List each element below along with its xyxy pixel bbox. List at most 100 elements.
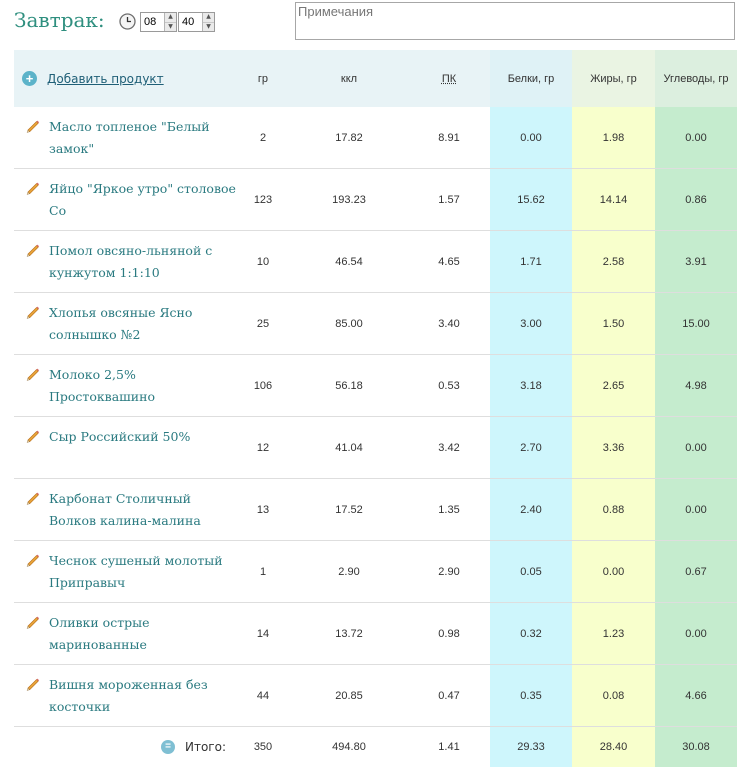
cell-gr: 2 (259, 131, 267, 144)
minutes-down-button[interactable]: ▼ (203, 22, 214, 31)
cell-pk: 8.91 (438, 131, 460, 144)
product-name-cell[interactable]: Карбонат Столичный Волков калина-малина (14, 479, 236, 540)
product-name-link[interactable]: Помол овсяно-льняной с кунжутом 1:1:10 (49, 240, 236, 284)
cell-fat: 1.98 (572, 107, 655, 168)
cell-protein: 0.35 (490, 665, 572, 726)
product-name-link[interactable]: Молоко 2,5% Простоквашино (49, 364, 236, 408)
table-row: Помол овсяно-льняной с кунжутом 1:1:10 10… (14, 231, 737, 293)
product-name-cell[interactable]: Яйцо "Яркое утро" столовое Со (14, 169, 236, 230)
cell-kkl: 20.85 (335, 689, 363, 702)
cell-fat: 1.50 (572, 293, 655, 354)
pencil-icon[interactable] (25, 428, 40, 443)
pencil-icon[interactable] (25, 552, 40, 567)
cell-pk: 1.57 (438, 193, 460, 206)
cell-pk: 0.47 (438, 689, 460, 702)
product-name-link[interactable]: Чеснок сушеный молотый Приправыч (49, 550, 236, 594)
table-row: Хлопья овсяные Ясно солнышко №2 25 85.00 3.… (14, 293, 737, 355)
add-product-cell[interactable]: + Добавить продукт (14, 50, 236, 107)
cell-fat: 0.08 (572, 665, 655, 726)
product-name-link[interactable]: Хлопья овсяные Ясно солнышко №2 (49, 302, 236, 346)
product-name-link[interactable]: Оливки острые маринованные (49, 612, 236, 656)
cell-pk: 0.53 (438, 379, 460, 392)
cell-gr: 14 (256, 627, 270, 640)
cell-fat: 0.00 (572, 541, 655, 602)
plus-circle-icon[interactable]: + (22, 71, 37, 86)
product-name-cell[interactable]: Хлопья овсяные Ясно солнышко №2 (14, 293, 236, 354)
cell-protein: 15.62 (490, 169, 572, 230)
cell-gr: 44 (256, 689, 270, 702)
product-name-cell[interactable]: Чеснок сушеный молотый Приправыч (14, 541, 236, 602)
table-row: Масло топленое "Белый замок" 2 17.82 8.91 0.… (14, 107, 737, 169)
clock-icon (119, 13, 136, 30)
cell-kkl: 56.18 (335, 379, 363, 392)
table-header: + Добавить продукт гр ккл ПК Белки, гр Ж… (14, 50, 737, 107)
cell-kkl: 17.52 (335, 503, 363, 516)
add-product-link[interactable]: Добавить продукт (47, 72, 164, 86)
pencil-icon[interactable] (25, 490, 40, 505)
products-table: + Добавить продукт гр ккл ПК Белки, гр Ж… (14, 50, 737, 767)
cell-kkl: 46.54 (335, 255, 363, 268)
cell-carbs: 4.98 (655, 355, 737, 416)
cell-gr: 10 (256, 255, 270, 268)
cell-fat: 3.36 (572, 417, 655, 478)
product-name-cell[interactable]: Молоко 2,5% Простоквашино (14, 355, 236, 416)
cell-protein: 3.00 (490, 293, 572, 354)
hours-up-button[interactable]: ▲ (165, 13, 176, 23)
pencil-icon[interactable] (25, 366, 40, 381)
cell-carbs: 0.00 (655, 603, 737, 664)
product-name-link[interactable]: Сыр Российский 50% (49, 426, 190, 448)
pencil-icon[interactable] (25, 118, 40, 133)
total-label: Итого: (185, 740, 226, 754)
table-row: Сыр Российский 50% 12 41.04 3.42 2.70 3.36 0.0… (14, 417, 737, 479)
table-row: Вишня мороженная без косточки 44 20.85 0.47… (14, 665, 737, 727)
product-name-link[interactable]: Яйцо "Яркое утро" столовое Со (49, 178, 236, 222)
pencil-icon[interactable] (25, 676, 40, 691)
notes-field[interactable]: Примечания (295, 2, 735, 40)
cell-fat: 0.88 (572, 479, 655, 540)
product-name-link[interactable]: Масло топленое "Белый замок" (49, 116, 236, 160)
hours-down-button[interactable]: ▼ (165, 22, 176, 31)
table-row: Чеснок сушеный молотый Приправыч 1 2.90 2.9… (14, 541, 737, 603)
cell-protein: 2.40 (490, 479, 572, 540)
product-name-cell[interactable]: Оливки острые маринованные (14, 603, 236, 664)
table-row: Оливки острые маринованные 14 13.72 0.98 0.3… (14, 603, 737, 665)
hours-stepper[interactable]: 08 ▲ ▼ (140, 12, 177, 32)
minutes-stepper[interactable]: 40 ▲ ▼ (178, 12, 215, 32)
cell-protein: 2.70 (490, 417, 572, 478)
pencil-icon[interactable] (25, 180, 40, 195)
cell-protein: 0.32 (490, 603, 572, 664)
hours-value[interactable]: 08 (141, 16, 164, 28)
product-name-link[interactable]: Карбонат Столичный Волков калина-малина (49, 488, 236, 532)
column-header-pk: ПК (408, 50, 490, 107)
total-protein: 29.33 (490, 727, 572, 767)
minutes-up-button[interactable]: ▲ (203, 13, 214, 23)
product-name-cell[interactable]: Помол овсяно-льняной с кунжутом 1:1:10 (14, 231, 236, 292)
cell-carbs: 15.00 (655, 293, 737, 354)
cell-pk: 2.90 (438, 565, 460, 578)
cell-pk: 4.65 (438, 255, 460, 268)
pencil-icon[interactable] (25, 304, 40, 319)
minutes-value[interactable]: 40 (179, 16, 202, 28)
cell-carbs: 3.91 (655, 231, 737, 292)
cell-gr: 25 (256, 317, 270, 330)
pencil-icon[interactable] (25, 242, 40, 257)
cell-fat: 2.58 (572, 231, 655, 292)
table-row: Яйцо "Яркое утро" столовое Со 123 193.23 1.… (14, 169, 737, 231)
cell-carbs: 0.86 (655, 169, 737, 230)
pencil-icon[interactable] (25, 614, 40, 629)
cell-carbs: 4.66 (655, 665, 737, 726)
total-fat: 28.40 (572, 727, 655, 767)
cell-pk: 1.35 (438, 503, 460, 516)
cell-pk: 3.40 (438, 317, 460, 330)
product-name-cell[interactable]: Вишня мороженная без косточки (14, 665, 236, 726)
cell-pk: 0.98 (438, 627, 460, 640)
column-header-fat: Жиры, гр (572, 50, 655, 107)
column-header-kkl: ккл (290, 50, 408, 107)
column-header-gr: гр (236, 50, 290, 107)
column-header-protein: Белки, гр (490, 50, 572, 107)
total-pk: 1.41 (438, 741, 460, 753)
product-name-cell[interactable]: Сыр Российский 50% (14, 417, 236, 478)
cell-fat: 2.65 (572, 355, 655, 416)
product-name-cell[interactable]: Масло топленое "Белый замок" (14, 107, 236, 168)
product-name-link[interactable]: Вишня мороженная без косточки (49, 674, 236, 718)
